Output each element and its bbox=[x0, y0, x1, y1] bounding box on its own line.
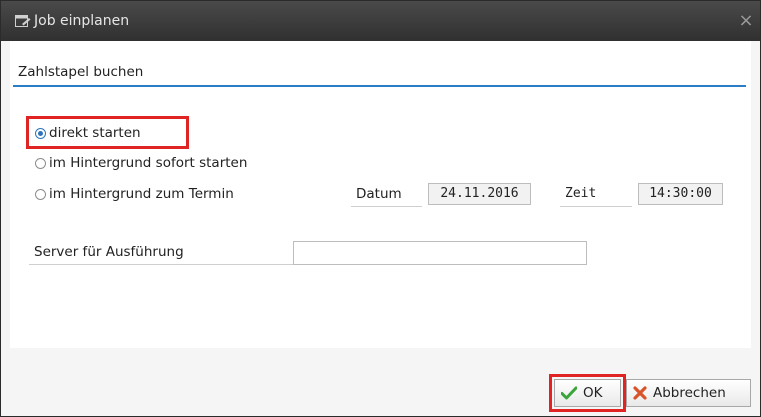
server-input[interactable] bbox=[293, 241, 587, 265]
ok-button[interactable]: OK bbox=[554, 379, 621, 407]
time-field[interactable]: 14:30:00 bbox=[638, 183, 723, 205]
checkmark-icon bbox=[561, 386, 577, 400]
radio-label: im Hintergrund zum Termin bbox=[49, 186, 234, 202]
server-label: Server für Ausführung bbox=[29, 241, 293, 265]
dialog-icon bbox=[15, 14, 31, 28]
cancel-x-icon bbox=[633, 386, 647, 400]
close-icon[interactable]: × bbox=[736, 11, 756, 31]
time-label: Zeit bbox=[560, 183, 632, 207]
group-divider bbox=[13, 85, 746, 87]
group-title: Zahlstapel buchen bbox=[18, 64, 144, 80]
content-area: Zahlstapel buchen direkt starten im Hint… bbox=[10, 41, 751, 348]
date-label: Datum bbox=[351, 183, 422, 207]
window-title: Job einplanen bbox=[34, 13, 130, 29]
radio-direct-start[interactable]: direkt starten bbox=[35, 123, 141, 143]
cancel-label: Abbrechen bbox=[653, 385, 726, 401]
radio-button[interactable] bbox=[35, 157, 46, 169]
date-field[interactable]: 24.11.2016 bbox=[428, 183, 531, 205]
ok-label: OK bbox=[583, 385, 603, 401]
radio-background-immediate[interactable]: im Hintergrund sofort starten bbox=[35, 153, 247, 173]
radio-button[interactable] bbox=[35, 188, 46, 200]
radio-background-scheduled[interactable]: im Hintergrund zum Termin bbox=[35, 184, 234, 204]
radio-label: im Hintergrund sofort starten bbox=[49, 155, 248, 171]
title-bar[interactable]: Job einplanen × bbox=[1, 1, 760, 41]
cancel-button[interactable]: Abbrechen bbox=[626, 379, 751, 407]
dialog-window: Job einplanen × Zahlstapel buchen direkt… bbox=[0, 0, 761, 417]
button-bar: OK Abbrechen bbox=[1, 351, 760, 416]
radio-button-checked[interactable] bbox=[35, 127, 46, 139]
radio-label: direkt starten bbox=[49, 125, 141, 141]
